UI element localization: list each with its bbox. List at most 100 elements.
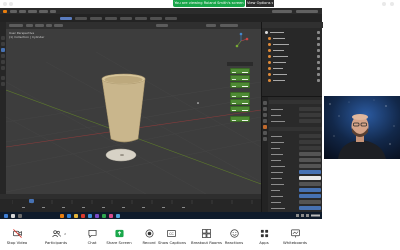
tab-texture-paint[interactable] — [120, 16, 132, 20]
scene-properties-icon[interactable] — [263, 119, 267, 123]
menu-window[interactable] — [39, 9, 48, 13]
menu-select[interactable] — [35, 24, 44, 27]
blender-logo-icon[interactable] — [3, 9, 7, 13]
location-z-field[interactable] — [230, 82, 250, 88]
system-tray[interactable] — [296, 214, 320, 217]
menu-render[interactable] — [28, 9, 37, 13]
task-view-icon[interactable] — [18, 213, 22, 218]
app-icon[interactable] — [95, 213, 99, 218]
info-icon[interactable] — [382, 1, 386, 6]
property-row[interactable] — [271, 113, 321, 117]
annotate-tool-icon[interactable] — [1, 76, 5, 80]
property-row[interactable] — [271, 182, 321, 186]
window-control-icon[interactable] — [9, 1, 13, 6]
fullscreen-icon[interactable] — [390, 1, 394, 6]
blender-taskbar-icon[interactable] — [60, 213, 64, 218]
tab-layout[interactable] — [60, 16, 72, 20]
current-frame-indicator[interactable] — [29, 199, 34, 203]
modifier-properties-icon[interactable] — [263, 131, 267, 135]
menu-file[interactable] — [10, 9, 17, 13]
rotation-y-field[interactable] — [230, 99, 250, 105]
transform-tool-icon[interactable] — [1, 66, 5, 70]
property-row[interactable] — [271, 119, 321, 123]
property-row[interactable] — [271, 194, 321, 198]
apps-button[interactable]: Apps — [251, 229, 277, 249]
tab-shading[interactable] — [135, 16, 147, 20]
property-row[interactable] — [271, 206, 321, 210]
chat-button[interactable]: Chat — [79, 229, 105, 249]
outliner-row[interactable] — [265, 37, 320, 40]
property-row[interactable] — [271, 152, 321, 156]
outliner-row[interactable] — [265, 61, 320, 64]
property-row[interactable] — [271, 146, 321, 150]
properties-section-header[interactable] — [269, 100, 322, 104]
menu-edit[interactable] — [19, 9, 26, 13]
mode-selector[interactable] — [9, 24, 23, 27]
outliner-row[interactable] — [265, 73, 320, 76]
chrome-icon[interactable] — [81, 213, 85, 218]
property-row[interactable] — [271, 134, 321, 138]
whiteboards-button[interactable]: Whiteboards — [282, 229, 308, 249]
scene-selector[interactable] — [272, 9, 292, 13]
tab-uv-editing[interactable] — [105, 16, 117, 20]
property-row[interactable] — [271, 164, 321, 168]
overlays-toggle[interactable] — [206, 24, 216, 27]
participants-button[interactable]: Participants 2 — [43, 229, 69, 249]
scale-tool-icon[interactable] — [1, 60, 5, 64]
folder-icon[interactable] — [74, 213, 78, 218]
rotation-z-field[interactable] — [230, 106, 250, 112]
rotation-x-field[interactable] — [230, 92, 250, 98]
3d-viewport[interactable]: User Perspective (1) Collection | Cylind… — [6, 22, 261, 194]
app-icon[interactable] — [102, 213, 106, 218]
outliner-row[interactable] — [265, 79, 320, 82]
start-icon[interactable] — [4, 213, 8, 218]
app-icon[interactable] — [116, 213, 120, 218]
edge-icon[interactable] — [88, 213, 92, 218]
outliner-row[interactable] — [265, 67, 320, 70]
property-row[interactable] — [271, 176, 321, 180]
properties-section-header[interactable] — [269, 127, 322, 131]
participant-video-tile[interactable] — [324, 96, 400, 159]
tab-rendering[interactable] — [165, 16, 177, 20]
material-properties-icon[interactable] — [263, 137, 267, 141]
outliner-row[interactable] — [265, 49, 320, 52]
outliner-row[interactable] — [265, 31, 320, 34]
rotate-tool-icon[interactable] — [1, 54, 5, 58]
tab-modeling[interactable] — [75, 16, 87, 20]
property-row[interactable] — [271, 170, 321, 174]
breakout-rooms-button[interactable]: Breakout Rooms — [191, 229, 222, 249]
tool-properties-icon[interactable] — [263, 101, 267, 105]
app-icon[interactable] — [109, 213, 113, 218]
location-x-field[interactable] — [230, 68, 250, 74]
measure-tool-icon[interactable] — [1, 82, 5, 86]
property-row[interactable] — [271, 200, 321, 204]
timeline-ruler[interactable] — [12, 200, 257, 204]
property-row[interactable] — [271, 188, 321, 192]
menu-help[interactable] — [50, 9, 56, 13]
location-y-field[interactable] — [230, 75, 250, 81]
reactions-button[interactable]: Reactions — [221, 229, 247, 249]
window-control-icon[interactable] — [3, 1, 7, 6]
tab-sculpting[interactable] — [90, 16, 102, 20]
show-captions-button[interactable]: CC Show Captions — [158, 229, 186, 249]
search-icon[interactable] — [11, 213, 15, 218]
outliner-row[interactable] — [265, 43, 320, 46]
property-row[interactable] — [271, 140, 321, 144]
zoom-taskbar-icon[interactable] — [67, 213, 71, 218]
cursor-tool-icon[interactable] — [1, 42, 5, 46]
stop-video-button[interactable]: Stop Video — [4, 229, 30, 249]
tab-animation[interactable] — [150, 16, 162, 20]
navigation-gizmo-icon[interactable] — [232, 32, 250, 50]
menu-add[interactable] — [46, 24, 52, 27]
select-tool-icon[interactable] — [1, 36, 5, 40]
shading-mode-buttons[interactable] — [220, 24, 238, 27]
object-properties-icon[interactable] — [263, 125, 267, 129]
render-properties-icon[interactable] — [263, 107, 267, 111]
property-row[interactable] — [271, 158, 321, 162]
menu-view[interactable] — [26, 24, 33, 27]
outliner-row[interactable] — [265, 55, 320, 58]
scale-field[interactable] — [230, 116, 250, 122]
move-tool-icon[interactable] — [1, 48, 5, 52]
view-options-button[interactable]: View Options▾ — [246, 0, 274, 7]
menu-object[interactable] — [54, 24, 63, 27]
